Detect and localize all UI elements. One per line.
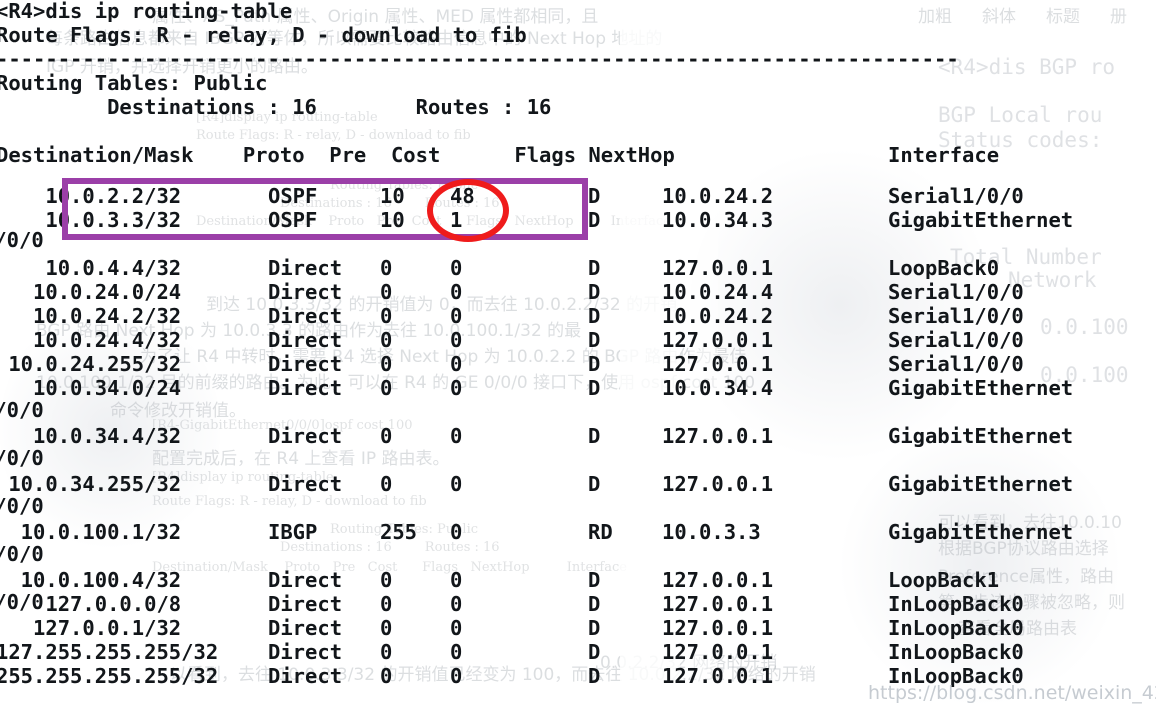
purple-highlight-box [62,178,588,240]
annotation-layer [0,0,1156,709]
red-highlight-circle [427,179,509,242]
